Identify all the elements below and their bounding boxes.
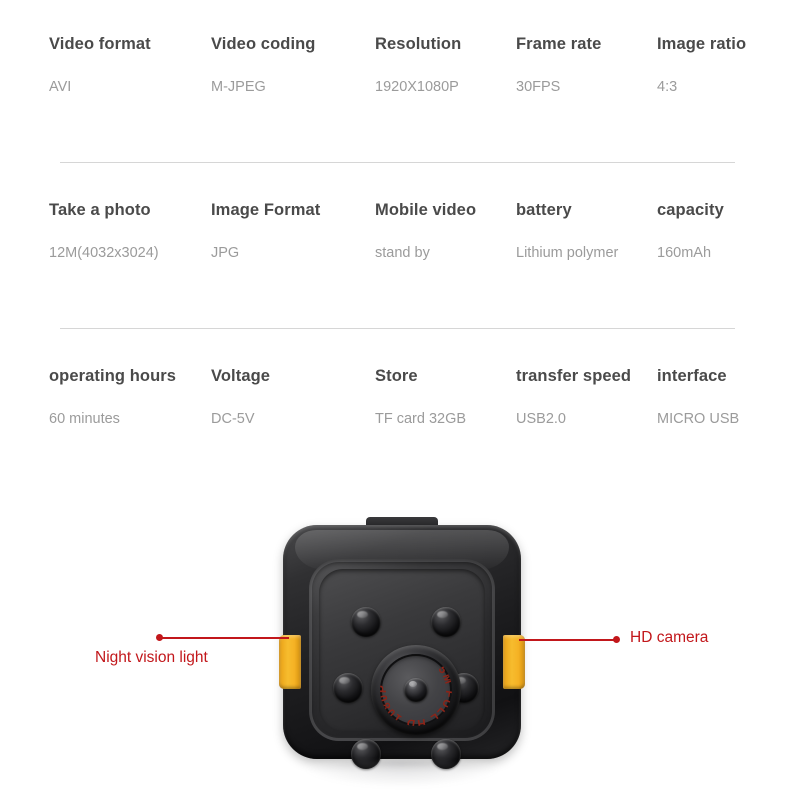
- spec-cell: Image Format JPG: [211, 200, 320, 263]
- product-image-figure: 5M FULL HD 1080P Night vision light HD c…: [0, 495, 800, 800]
- spec-cell: Store TF card 32GB: [375, 366, 466, 429]
- spec-label: Store: [375, 367, 418, 385]
- callout-label-night-vision: Night vision light: [95, 649, 208, 666]
- spec-row: operating hours 60 minutes Voltage DC-5V…: [0, 332, 800, 498]
- spec-value: DC-5V: [211, 411, 255, 427]
- callout-label-hd-camera: HD camera: [630, 629, 709, 646]
- spec-value: 30FPS: [516, 79, 561, 95]
- spec-label: Frame rate: [516, 35, 602, 53]
- row-divider: [60, 328, 735, 329]
- spec-value: 12M(4032x3024): [49, 245, 159, 261]
- spec-cell: battery Lithium polymer: [516, 200, 618, 263]
- spec-label: Voltage: [211, 367, 271, 385]
- specification-table: Video format AVI Video coding M-JPEG Res…: [0, 0, 800, 498]
- spec-cell: Frame rate 30FPS: [516, 34, 601, 97]
- camera-lens-assembly: 5M FULL HD 1080P: [371, 645, 461, 735]
- spec-label: operating hours: [49, 367, 177, 385]
- spec-cell: Resolution 1920X1080P: [375, 34, 461, 97]
- spec-label: interface: [657, 367, 727, 385]
- spec-value: 4:3: [657, 79, 678, 95]
- spec-cell: capacity 160mAh: [657, 200, 724, 263]
- spec-label: Mobile video: [375, 201, 477, 219]
- spec-row: Take a photo 12M(4032x3024) Image Format…: [0, 166, 800, 332]
- spec-label: battery: [516, 201, 572, 219]
- camera-body: 5M FULL HD 1080P: [279, 525, 525, 769]
- spec-cell: Video format AVI: [49, 34, 151, 97]
- camera-faceplate: 5M FULL HD 1080P: [309, 559, 495, 769]
- spec-cell: Take a photo 12M(4032x3024): [49, 200, 159, 263]
- spec-row: Video format AVI Video coding M-JPEG Res…: [0, 0, 800, 166]
- spec-cell: Mobile video stand by: [375, 200, 476, 263]
- spec-value: USB2.0: [516, 411, 566, 427]
- product-spec-page: Video format AVI Video coding M-JPEG Res…: [0, 0, 800, 800]
- ir-led-icon: [333, 673, 363, 703]
- spec-label: Video format: [49, 35, 151, 53]
- camera-lens-ring: 5M FULL HD 1080P: [380, 654, 452, 726]
- camera-reflection: [299, 761, 505, 787]
- camera-side-band-left: [279, 635, 301, 689]
- callout-dot-hd-camera: [613, 636, 620, 643]
- callout-line-night-vision: [159, 637, 289, 639]
- spec-cell: Video coding M-JPEG: [211, 34, 316, 97]
- spec-value: stand by: [375, 245, 430, 261]
- mini-camera-illustration: 5M FULL HD 1080P: [279, 517, 525, 787]
- spec-label: transfer speed: [516, 367, 632, 385]
- spec-cell: Image ratio 4:3: [657, 34, 746, 97]
- row-divider: [60, 162, 735, 163]
- spec-value: Lithium polymer: [516, 245, 619, 261]
- spec-label: Video coding: [211, 35, 316, 53]
- spec-value: 60 minutes: [49, 411, 120, 427]
- ir-led-icon: [431, 607, 461, 637]
- spec-label: Take a photo: [49, 201, 151, 219]
- spec-cell: operating hours 60 minutes: [49, 366, 176, 429]
- spec-value: JPG: [211, 245, 240, 261]
- spec-value: 160mAh: [657, 245, 712, 261]
- spec-value: M-JPEG: [211, 79, 266, 95]
- callout-line-hd-camera: [519, 639, 618, 641]
- spec-cell: transfer speed USB2.0: [516, 366, 631, 429]
- ir-led-icon: [351, 607, 381, 637]
- spec-label: Image Format: [211, 201, 321, 219]
- spec-value: 1920X1080P: [375, 79, 459, 95]
- spec-cell: interface MICRO USB: [657, 366, 739, 429]
- spec-label: Image ratio: [657, 35, 747, 53]
- spec-label: capacity: [657, 201, 724, 219]
- spec-value: AVI: [49, 79, 72, 95]
- camera-lens-glass: [404, 678, 428, 702]
- camera-side-band-right: [503, 635, 525, 689]
- spec-label: Resolution: [375, 35, 462, 53]
- spec-value: TF card 32GB: [375, 411, 467, 427]
- spec-value: MICRO USB: [657, 411, 740, 427]
- spec-cell: Voltage DC-5V: [211, 366, 270, 429]
